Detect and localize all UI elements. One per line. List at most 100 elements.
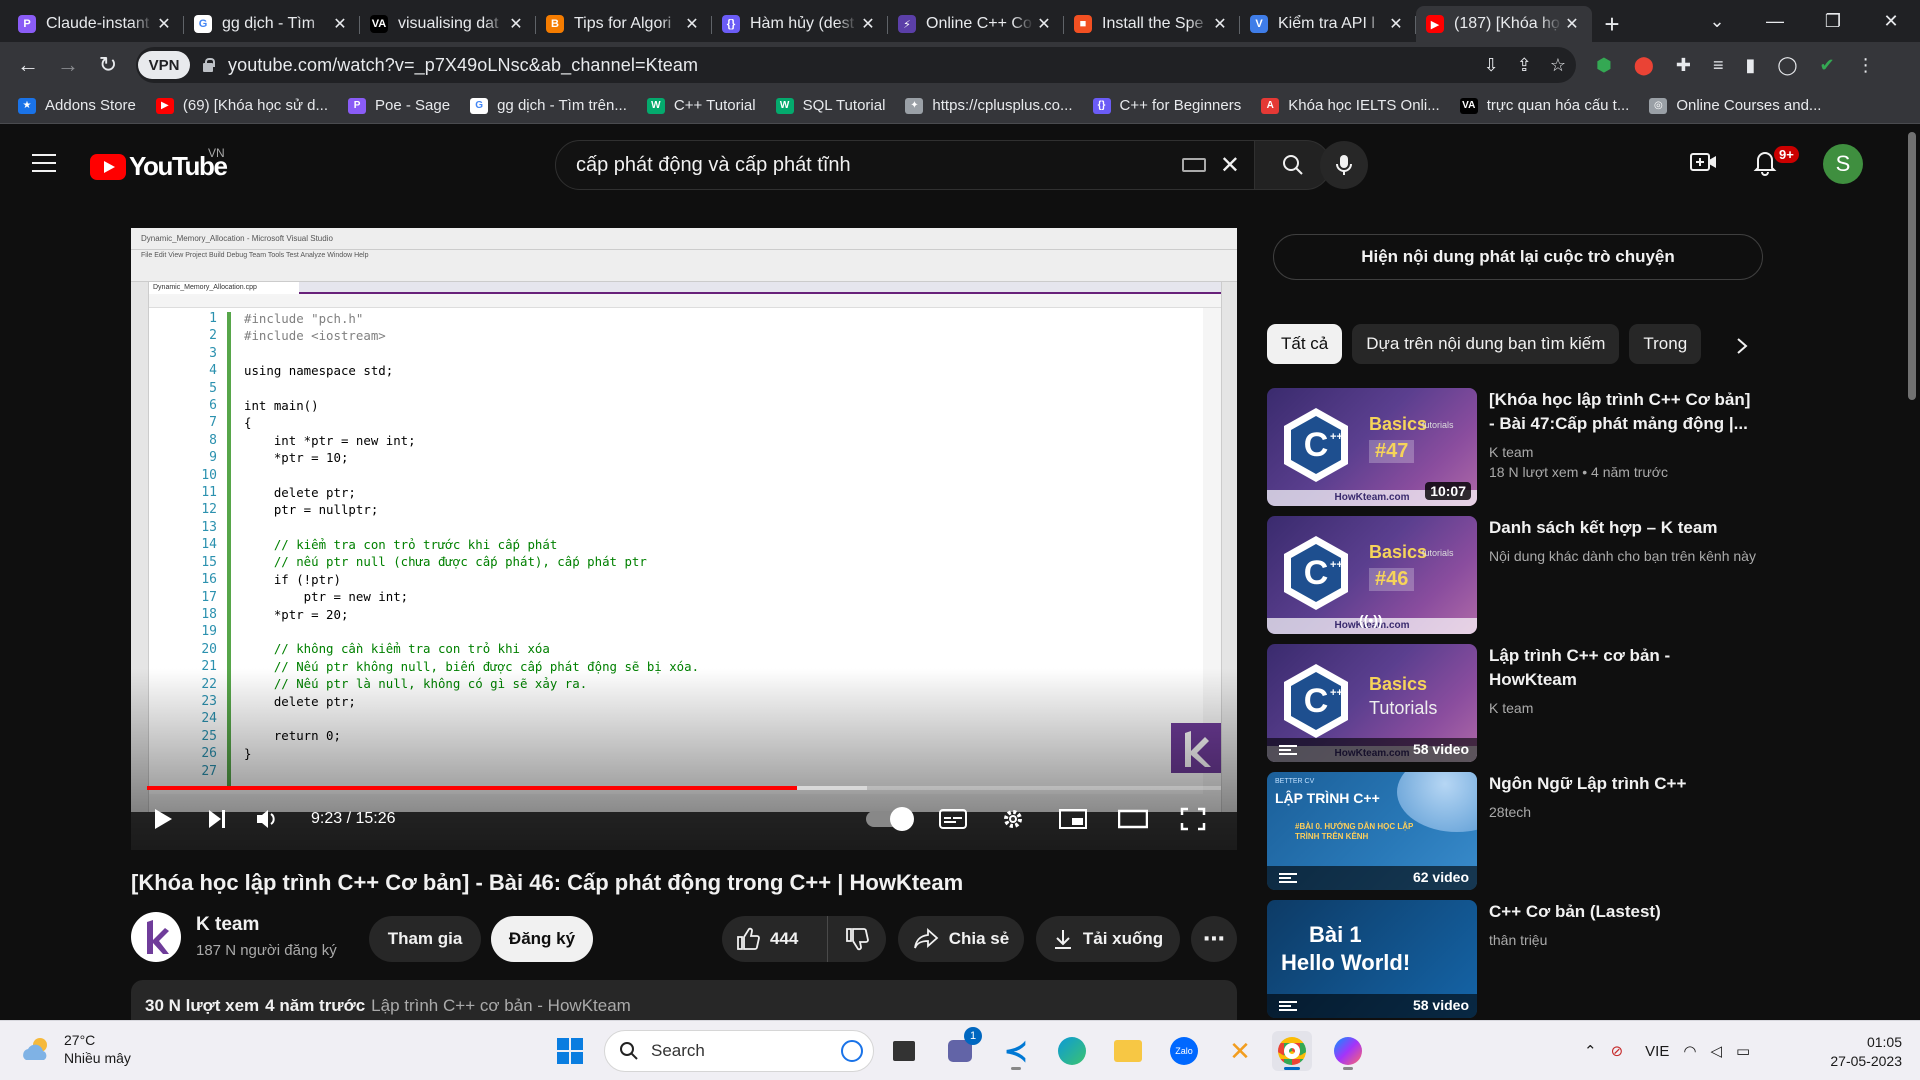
browser-tab[interactable]: VA visualising dat ✕ [360, 6, 536, 42]
vpn-badge[interactable]: VPN [138, 51, 190, 79]
bookmark-item[interactable]: A Khóa học IELTS Onli... [1261, 97, 1440, 114]
bookmark-item[interactable]: ◎ Online Courses and... [1649, 97, 1821, 114]
page-scrollbar[interactable] [1904, 124, 1920, 1020]
input-language[interactable]: VIE [1645, 1043, 1669, 1060]
bookmark-item[interactable]: W C++ Tutorial [646, 97, 756, 114]
recommendation-item[interactable]: Bài 1 Hello World! 58 video C++ Cơ bản (Las… [1267, 900, 1767, 1020]
wifi-icon[interactable]: ◠ [1683, 1042, 1696, 1060]
bookmark-item[interactable]: ▶ (69) [Khóa học sử d... [155, 97, 328, 114]
search-input[interactable]: cấp phát động và cấp phát tĩnh [576, 154, 1182, 177]
close-tab-icon[interactable]: ✕ [858, 14, 878, 34]
theater-mode-button[interactable] [1103, 796, 1163, 842]
install-app-icon[interactable]: ⇩ [1484, 55, 1499, 76]
recommendation-item[interactable]: BETTER CV LẬP TRÌNH C++ #BÀI 0. HƯỚNG DẪN … [1267, 772, 1767, 892]
video-thumbnail[interactable]: C ++ Basics tutorials #47 HowKteam.com 10:07 [1267, 388, 1477, 506]
bookmark-item[interactable]: {} C++ for Beginners [1092, 97, 1241, 114]
weather-widget[interactable]: 27°C Nhiều mây [20, 1031, 131, 1067]
next-button[interactable] [195, 796, 239, 842]
forward-button[interactable]: → [48, 45, 88, 85]
media-control-icon[interactable]: ≡ [1713, 55, 1724, 76]
extensions-puzzle-icon[interactable]: ✚ [1676, 55, 1691, 76]
like-button[interactable]: 444 [722, 916, 828, 962]
recommendation-channel[interactable]: Nội dung khác dành cho bạn trên kênh này [1489, 546, 1759, 566]
share-icon[interactable]: ⇪ [1517, 55, 1532, 76]
seek-bar[interactable] [147, 786, 1221, 790]
taskbar-file-explorer[interactable] [1108, 1031, 1148, 1071]
speaker-icon[interactable]: ◁ [1710, 1042, 1722, 1060]
show-chat-replay-button[interactable]: Hiện nội dung phát lại cuộc trò chuyện [1273, 234, 1763, 280]
recommendation-item[interactable]: C ++ Basics tutorials #47 HowKteam.com 10:07 [K… [1267, 388, 1767, 508]
address-bar[interactable]: VPN youtube.com/watch?v=_p7X49oLNsc&ab_c… [136, 47, 1576, 83]
filter-chip[interactable]: Trong [1629, 324, 1702, 364]
teams-chat-button[interactable]: 1 [940, 1027, 982, 1071]
taskbar-chrome[interactable] [1272, 1031, 1312, 1071]
taskbar-app-arrows[interactable]: ✕ [1220, 1031, 1260, 1071]
extension-green-icon[interactable]: ⬢ [1596, 55, 1612, 76]
bookmark-item[interactable]: P Poe - Sage [348, 97, 450, 114]
channel-avatar[interactable] [131, 912, 181, 962]
search-box[interactable]: cấp phát động và cấp phát tĩnh ✕ [555, 140, 1255, 190]
settings-button[interactable] [983, 796, 1043, 842]
taskbar-zalo[interactable]: Zalo [1164, 1031, 1204, 1071]
dislike-button[interactable] [828, 927, 886, 951]
join-button[interactable]: Tham gia [369, 916, 481, 962]
close-tab-icon[interactable]: ✕ [506, 14, 526, 34]
video-thumbnail[interactable]: C ++ Basics tutorials #46 HowKteam.com ((•)) [1267, 516, 1477, 634]
browser-tab[interactable]: ⚡ Online C++ Co ✕ [888, 6, 1064, 42]
voice-search-button[interactable] [1320, 141, 1368, 189]
recommendation-title[interactable]: Danh sách kết hợp – K team [1489, 516, 1759, 540]
taskbar-messenger[interactable] [1328, 1031, 1368, 1071]
keyboard-icon[interactable] [1181, 158, 1206, 172]
minimize-button[interactable]: — [1746, 11, 1804, 32]
bookmark-item[interactable]: ✦ https://cplusplus.co... [905, 97, 1073, 114]
video-player[interactable]: Dynamic_Memory_Allocation - Microsoft Vi… [131, 228, 1237, 850]
system-clock[interactable]: 01:05 27-05-2023 [1830, 1033, 1902, 1071]
recommendation-title[interactable]: Lập trình C++ cơ bản - HowKteam [1489, 644, 1759, 692]
more-actions-button[interactable]: ⋯ [1191, 916, 1237, 962]
start-button[interactable] [550, 1031, 590, 1071]
fullscreen-button[interactable] [1163, 796, 1223, 842]
menu-icon[interactable] [32, 154, 56, 172]
recommendation-channel[interactable]: K team [1489, 442, 1759, 462]
share-button[interactable]: Chia sẻ [898, 916, 1024, 962]
autoplay-toggle[interactable] [853, 796, 923, 842]
profile-icon[interactable]: ◯ [1777, 55, 1797, 76]
close-tab-icon[interactable]: ✕ [1034, 14, 1054, 34]
play-button[interactable] [131, 796, 195, 842]
filter-chip[interactable]: Tất cả [1267, 324, 1343, 364]
taskbar-search[interactable]: Search [604, 1030, 874, 1072]
bookmark-item[interactable]: Ggg dịch - Tìm trên... [470, 97, 627, 114]
browser-tab[interactable]: {} Hàm hủy (dest ✕ [712, 6, 888, 42]
bookmark-item[interactable]: ★ Addons Store [18, 97, 136, 114]
browser-tab[interactable]: ▶ (187) [Khóa họ ✕ [1416, 6, 1592, 42]
reload-button[interactable]: ↻ [88, 45, 128, 85]
close-tab-icon[interactable]: ✕ [682, 14, 702, 34]
url-text[interactable]: youtube.com/watch?v=_p7X49oLNsc&ab_chann… [228, 55, 698, 76]
close-tab-icon[interactable]: ✕ [1562, 14, 1582, 34]
bookmark-item[interactable]: VA trực quan hóa cấu t... [1459, 97, 1629, 114]
playlist-link[interactable]: Lập trình C++ cơ bản - HowKteam [371, 996, 631, 1015]
subscribe-button[interactable]: Đăng ký [491, 916, 593, 962]
tab-search-icon[interactable]: ⌄ [1688, 11, 1746, 32]
recommendation-channel[interactable]: K team [1489, 698, 1759, 718]
scrollbar-thumb[interactable] [1908, 132, 1916, 400]
taskbar-vscode[interactable]: ≺ [996, 1031, 1036, 1071]
filter-chip[interactable]: Dựa trên nội dung bạn tìm kiếm [1352, 324, 1620, 364]
browser-tab[interactable]: V Kiểm tra API l ✕ [1240, 6, 1416, 42]
chrome-menu-icon[interactable]: ⋮ [1857, 55, 1875, 76]
browser-tab[interactable]: B Tips for Algori ✕ [536, 6, 712, 42]
chips-next-button[interactable] [1722, 326, 1762, 366]
browser-tab[interactable]: Ggg dịch - Tìm ✕ [184, 6, 360, 42]
recommendation-title[interactable]: C++ Cơ bản (Lastest) [1489, 900, 1759, 924]
download-button[interactable]: Tải xuống [1036, 916, 1180, 962]
recommendation-channel[interactable]: thân triệu [1489, 930, 1759, 950]
side-panel-icon[interactable]: ▮ [1745, 55, 1755, 76]
battery-icon[interactable]: ▭ [1736, 1042, 1750, 1060]
close-tab-icon[interactable]: ✕ [330, 14, 350, 34]
recommendation-title[interactable]: Ngôn Ngữ Lập trình C++ [1489, 772, 1759, 796]
browser-tab[interactable]: ■ Install the Spe ✕ [1064, 6, 1240, 42]
close-tab-icon[interactable]: ✕ [1210, 14, 1230, 34]
youtube-logo[interactable]: YouTube [90, 151, 228, 182]
back-button[interactable]: ← [8, 45, 48, 85]
close-window-button[interactable]: ✕ [1862, 11, 1920, 32]
